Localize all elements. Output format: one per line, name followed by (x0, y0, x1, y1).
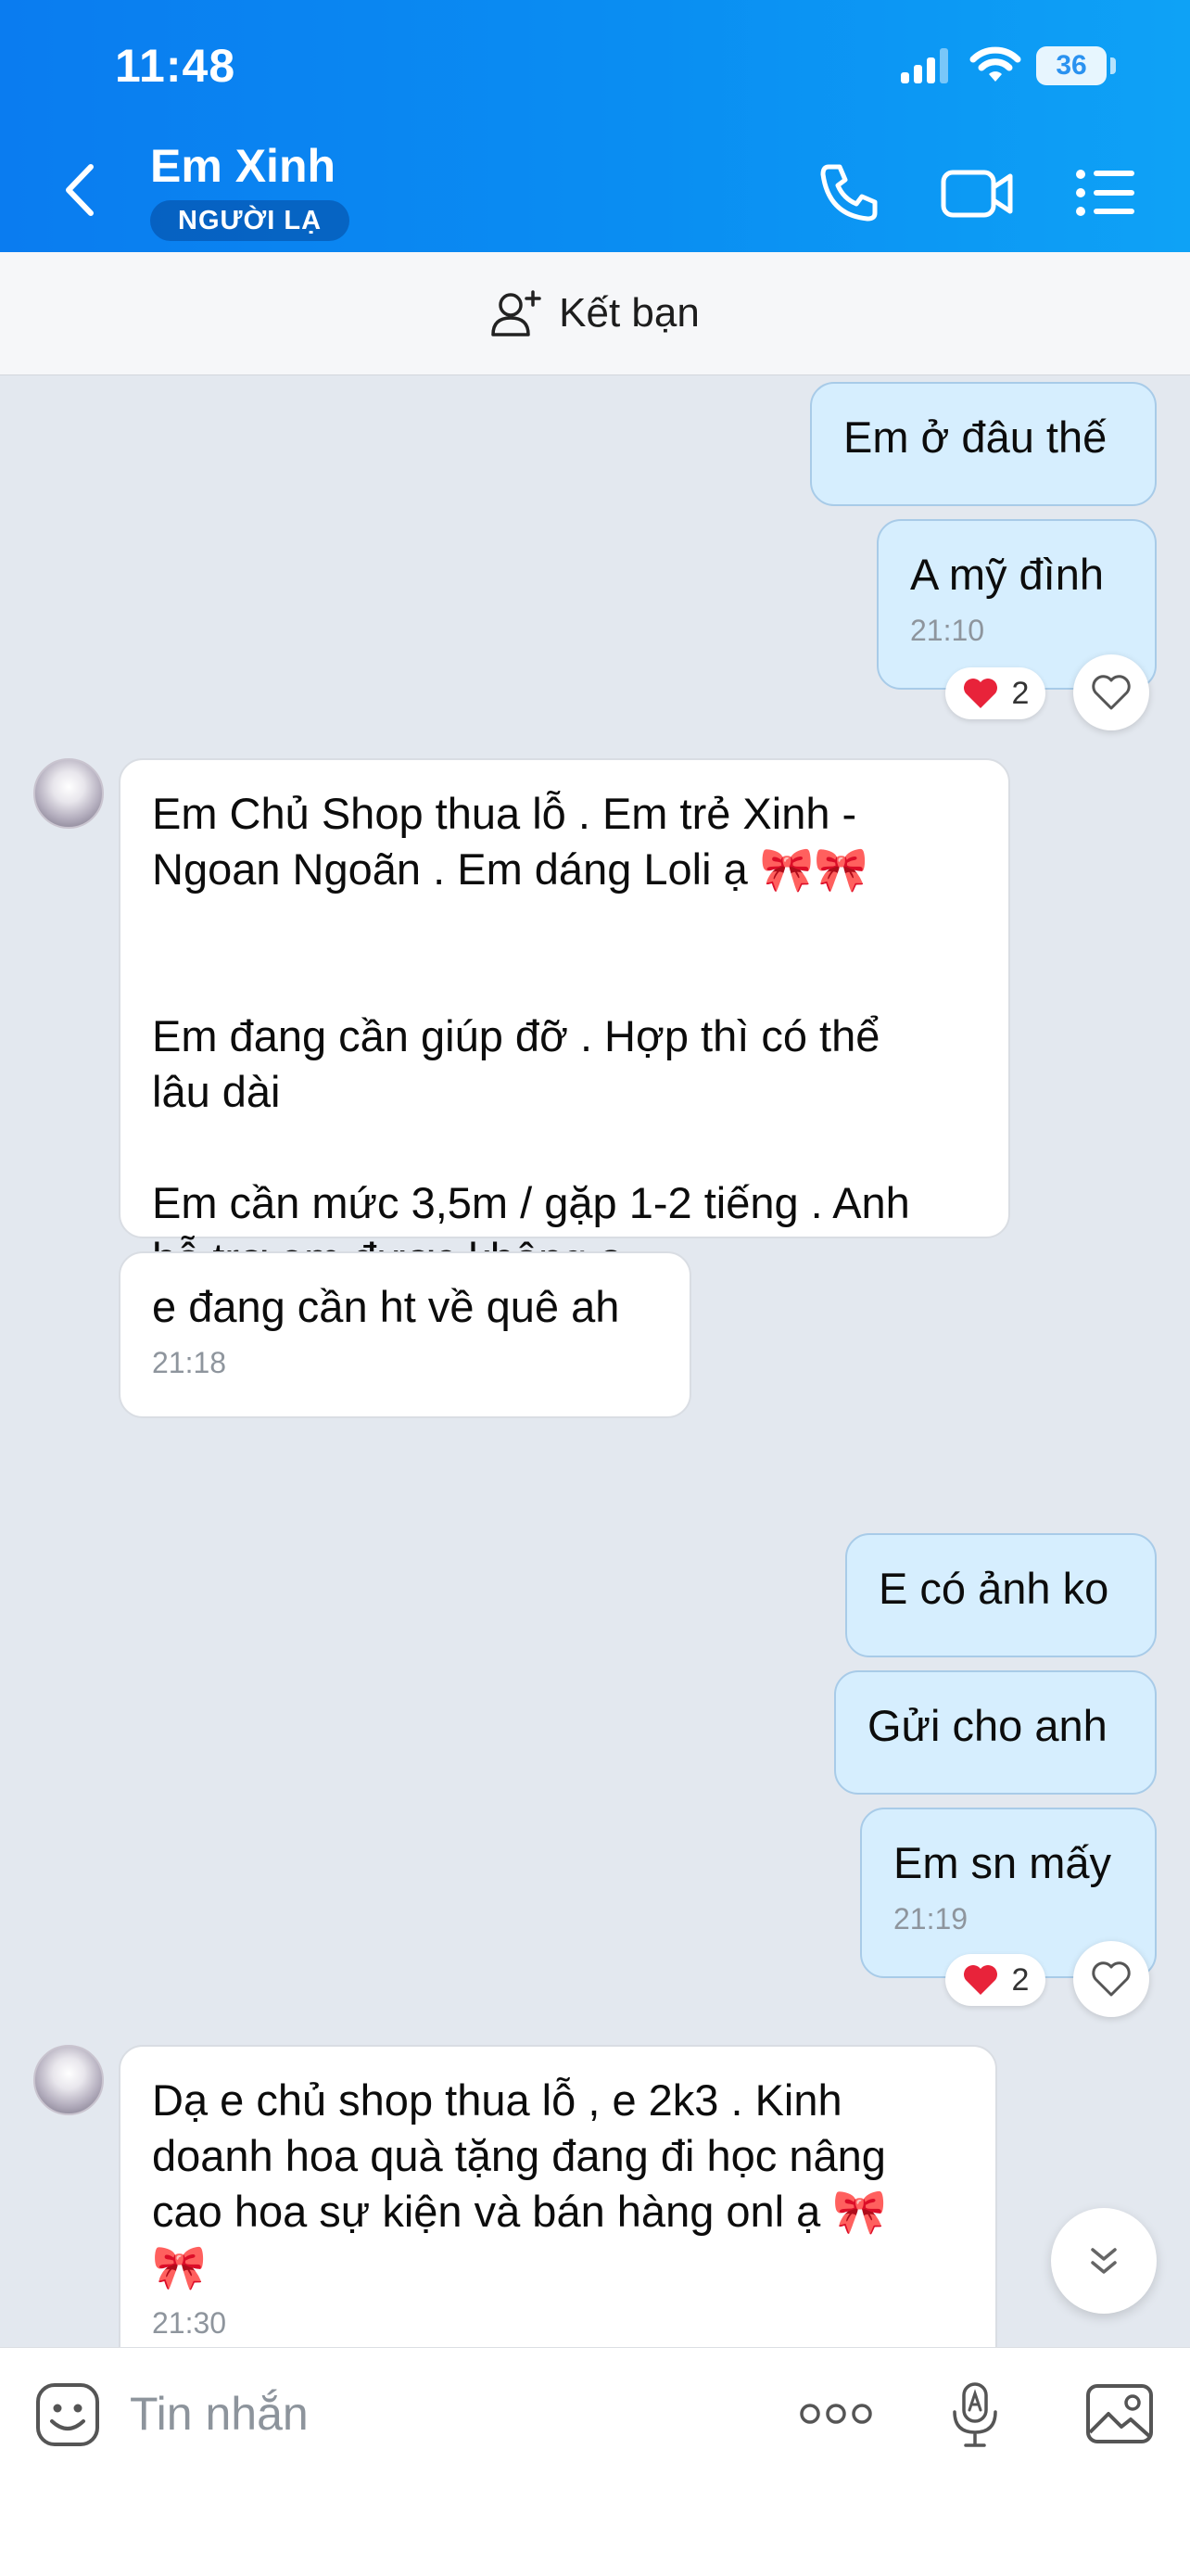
message-text: Em ở đâu thế (843, 412, 1108, 462)
message-text: E có ảnh ko (879, 1564, 1109, 1613)
chat-messages[interactable]: Em ở đâu thế A mỹ đình 21:10 2 Em Chủ Sh… (0, 374, 1190, 2347)
message-time: 21:18 (152, 1346, 227, 1379)
message-bubble-incoming[interactable]: e đang cần ht về quê ah 21:18 (119, 1251, 691, 1418)
avatar[interactable] (33, 2045, 104, 2115)
reaction-count: 2 (1011, 1961, 1030, 1998)
phone-icon[interactable] (816, 159, 882, 226)
message-time: 21:10 (910, 614, 985, 647)
list-menu-icon[interactable] (1075, 167, 1136, 219)
wifi-icon (969, 46, 1021, 82)
reaction-count: 2 (1011, 675, 1030, 711)
scroll-to-bottom-button[interactable] (1051, 2208, 1157, 2314)
react-heart-button[interactable] (1073, 654, 1149, 730)
sticker-icon[interactable] (33, 2380, 102, 2449)
heart-outline-icon (1092, 1961, 1131, 1997)
chat-header: 11:48 36 Em Xinh NGƯỜI LẠ (0, 0, 1190, 252)
reaction-summary[interactable]: 2 (945, 1954, 1045, 2006)
back-chevron-icon[interactable] (56, 158, 102, 222)
voice-to-text-icon[interactable] (949, 2379, 1001, 2453)
message-text: Dạ e chủ shop thua lỗ , e 2k3 . Kinh doa… (152, 2075, 887, 2291)
heart-outline-icon (1092, 675, 1131, 710)
message-text: Em sn mấy (893, 1838, 1112, 1887)
stranger-badge: NGƯỜI LẠ (150, 200, 350, 241)
add-friend-button[interactable]: Kết bạn (0, 252, 1190, 375)
contact-name[interactable]: Em Xinh (150, 139, 335, 193)
status-time: 11:48 (115, 40, 236, 92)
react-heart-button[interactable] (1073, 1941, 1149, 2017)
heart-reaction-icon (963, 1965, 997, 1995)
reaction-summary[interactable]: 2 (945, 667, 1045, 719)
message-bubble-incoming[interactable]: Dạ e chủ shop thua lỗ , e 2k3 . Kinh doa… (119, 2045, 997, 2347)
message-bubble-outgoing[interactable]: Em ở đâu thế (810, 382, 1157, 506)
message-text: Em Chủ Shop thua lỗ . Em trẻ Xinh - Ngoa… (152, 789, 910, 1283)
video-camera-icon[interactable] (940, 165, 1014, 222)
message-text: Gửi cho anh (867, 1701, 1108, 1750)
battery-level: 36 (1056, 50, 1087, 81)
message-bubble-outgoing[interactable]: E có ảnh ko (845, 1533, 1157, 1657)
battery-tip (1110, 57, 1116, 74)
avatar[interactable] (33, 758, 104, 829)
add-friend-label: Kết bạn (559, 290, 700, 336)
double-chevron-down-icon (1091, 2248, 1117, 2274)
message-time: 21:19 (893, 1902, 968, 1935)
message-time: 21:30 (152, 2306, 227, 2340)
battery-icon: 36 (1036, 46, 1107, 85)
image-icon[interactable] (1084, 2380, 1155, 2447)
more-options-icon[interactable] (799, 2401, 873, 2427)
heart-reaction-icon (963, 679, 997, 708)
person-plus-icon (491, 290, 541, 336)
message-input[interactable] (130, 2379, 760, 2449)
message-text: A mỹ đình (910, 550, 1104, 599)
cellular-signal-icon (901, 48, 949, 83)
message-bubble-outgoing[interactable]: Gửi cho anh (834, 1670, 1157, 1795)
message-bubble-incoming[interactable]: Em Chủ Shop thua lỗ . Em trẻ Xinh - Ngoa… (119, 758, 1010, 1283)
message-text: e đang cần ht về quê ah (152, 1282, 620, 1331)
